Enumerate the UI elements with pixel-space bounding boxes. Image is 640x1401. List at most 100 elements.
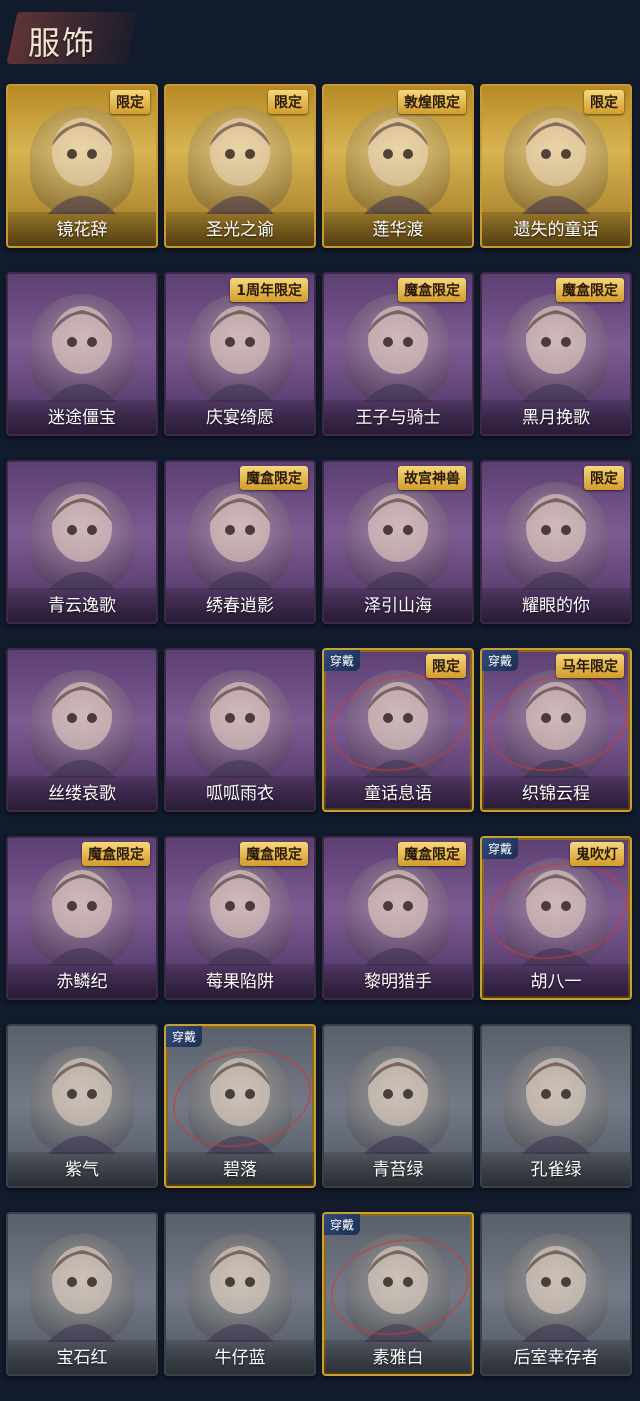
character-portrait-icon bbox=[346, 858, 450, 966]
character-portrait-icon bbox=[504, 1046, 608, 1154]
limited-badge: 敦煌限定 bbox=[398, 90, 466, 114]
costume-name: 青苔绿 bbox=[372, 1160, 424, 1180]
costume-card[interactable]: 魔盒限定赤鳞纪 bbox=[6, 836, 158, 1000]
costume-name: 牛仔蓝 bbox=[214, 1348, 266, 1368]
character-portrait-icon bbox=[504, 482, 608, 590]
character-portrait-icon bbox=[30, 294, 134, 402]
costume-name: 素雅白 bbox=[372, 1348, 424, 1368]
costume-card[interactable]: 迷途僵宝 bbox=[6, 272, 158, 436]
costume-card[interactable]: 敦煌限定莲华渡 bbox=[322, 84, 474, 248]
character-portrait-icon bbox=[504, 106, 608, 214]
costume-card[interactable]: 限定镜花辞 bbox=[6, 84, 158, 248]
costume-card[interactable]: 青云逸歌 bbox=[6, 460, 158, 624]
hazmat-portrait-icon bbox=[504, 1234, 608, 1342]
limited-badge: 魔盒限定 bbox=[240, 842, 308, 866]
character-portrait-icon bbox=[188, 1234, 292, 1342]
limited-badge: 魔盒限定 bbox=[398, 842, 466, 866]
costume-card[interactable]: 限定圣光之谕 bbox=[164, 84, 316, 248]
costume-card[interactable]: 魔盒限定黑月挽歌 bbox=[480, 272, 632, 436]
costume-name: 宝石红 bbox=[56, 1348, 108, 1368]
character-portrait-icon bbox=[346, 106, 450, 214]
costume-card[interactable]: 1周年限定庆宴绮愿 bbox=[164, 272, 316, 436]
character-portrait-icon bbox=[30, 482, 134, 590]
costume-name: 庆宴绮愿 bbox=[206, 408, 274, 428]
costume-card[interactable]: 穿戴素雅白 bbox=[322, 1212, 474, 1376]
page-header: 服饰 bbox=[0, 0, 640, 78]
equipped-ring bbox=[324, 662, 472, 784]
costume-card[interactable]: 呱呱雨衣 bbox=[164, 648, 316, 812]
limited-badge: 限定 bbox=[584, 466, 624, 490]
limited-badge: 魔盒限定 bbox=[556, 278, 624, 302]
character-portrait-icon bbox=[346, 1046, 450, 1154]
limited-badge: 魔盒限定 bbox=[240, 466, 308, 490]
costume-name: 紫气 bbox=[65, 1160, 99, 1180]
costume-name: 黑月挽歌 bbox=[522, 408, 590, 428]
character-portrait-icon bbox=[30, 858, 134, 966]
costume-name: 织锦云程 bbox=[522, 784, 590, 804]
costume-card[interactable]: 魔盒限定王子与骑士 bbox=[322, 272, 474, 436]
costume-name: 赤鳞纪 bbox=[56, 972, 108, 992]
character-portrait-icon bbox=[346, 294, 450, 402]
costume-name: 圣光之谕 bbox=[206, 220, 274, 240]
costume-name: 遗失的童话 bbox=[513, 220, 599, 240]
character-portrait-icon bbox=[30, 670, 134, 778]
costume-card[interactable]: 后室幸存者 bbox=[480, 1212, 632, 1376]
costume-card[interactable]: 宝石红 bbox=[6, 1212, 158, 1376]
costume-name: 莲华渡 bbox=[372, 220, 424, 240]
costume-name: 王子与骑士 bbox=[355, 408, 441, 428]
character-portrait-icon bbox=[30, 1046, 134, 1154]
costume-name: 呱呱雨衣 bbox=[206, 784, 274, 804]
limited-badge: 1周年限定 bbox=[230, 278, 308, 302]
equipped-ring bbox=[166, 1038, 314, 1160]
costume-name: 后室幸存者 bbox=[513, 1348, 599, 1368]
limited-badge: 限定 bbox=[584, 90, 624, 114]
costume-card[interactable]: 穿戴 限定 童话息语 bbox=[322, 648, 474, 812]
character-portrait-icon bbox=[188, 106, 292, 214]
page-title: 服饰 bbox=[28, 24, 97, 62]
costume-card[interactable]: 穿戴 马年限定织锦云程 bbox=[480, 648, 632, 812]
limited-badge: 限定 bbox=[268, 90, 308, 114]
character-portrait-icon bbox=[30, 1234, 134, 1342]
costume-name: 迷途僵宝 bbox=[48, 408, 116, 428]
costume-name: 耀眼的你 bbox=[522, 596, 590, 616]
character-portrait-icon bbox=[346, 482, 450, 590]
limited-badge: 魔盒限定 bbox=[82, 842, 150, 866]
costume-name: 胡八一 bbox=[530, 972, 582, 992]
equipped-ring bbox=[482, 850, 630, 972]
costume-card[interactable]: 紫气 bbox=[6, 1024, 158, 1188]
equipped-tag: 穿戴 bbox=[482, 650, 519, 671]
character-portrait-icon bbox=[504, 294, 608, 402]
costume-card[interactable]: 孔雀绿 bbox=[480, 1024, 632, 1188]
costume-name: 莓果陷阱 bbox=[206, 972, 274, 992]
costume-name: 青云逸歌 bbox=[48, 596, 116, 616]
costume-card[interactable]: 魔盒限定莓果陷阱 bbox=[164, 836, 316, 1000]
equipped-ring bbox=[482, 662, 630, 784]
equipped-tag: 穿戴 bbox=[324, 1214, 361, 1235]
character-portrait-icon bbox=[188, 294, 292, 402]
limited-badge: 魔盒限定 bbox=[398, 278, 466, 302]
costume-name: 镜花辞 bbox=[56, 220, 108, 240]
equipped-tag: 穿戴 bbox=[324, 650, 361, 671]
costume-card[interactable]: 青苔绿 bbox=[322, 1024, 474, 1188]
costume-card[interactable]: 魔盒限定 绣春逍影 bbox=[164, 460, 316, 624]
costume-card[interactable]: 丝缕哀歌 bbox=[6, 648, 158, 812]
equipped-ring bbox=[324, 1226, 472, 1348]
costume-card[interactable]: 故宫神兽泽引山海 bbox=[322, 460, 474, 624]
limited-badge: 限定 bbox=[110, 90, 150, 114]
costume-card[interactable]: 穿戴 鬼吹灯 胡八一 bbox=[480, 836, 632, 1000]
limited-badge: 马年限定 bbox=[556, 654, 624, 678]
costume-card[interactable]: 穿戴 碧落 bbox=[164, 1024, 316, 1188]
costume-name: 泽引山海 bbox=[364, 596, 432, 616]
costume-name: 碧落 bbox=[223, 1160, 257, 1180]
character-portrait-icon bbox=[30, 106, 134, 214]
character-portrait-icon bbox=[188, 670, 292, 778]
limited-badge: 故宫神兽 bbox=[398, 466, 466, 490]
character-portrait-icon bbox=[188, 482, 292, 590]
costume-name: 丝缕哀歌 bbox=[48, 784, 116, 804]
costume-card[interactable]: 魔盒限定黎明猎手 bbox=[322, 836, 474, 1000]
character-portrait-icon bbox=[188, 858, 292, 966]
costume-card[interactable]: 限定耀眼的你 bbox=[480, 460, 632, 624]
costume-card[interactable]: 牛仔蓝 bbox=[164, 1212, 316, 1376]
costume-name: 黎明猎手 bbox=[364, 972, 432, 992]
costume-card[interactable]: 限定遗失的童话 bbox=[480, 84, 632, 248]
